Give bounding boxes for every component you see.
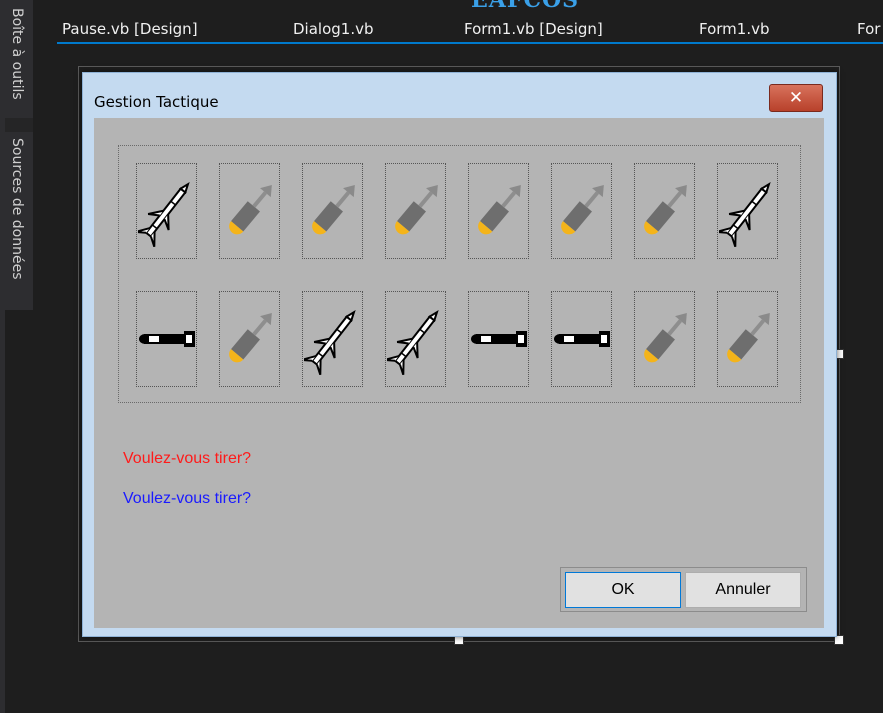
bomb-icon [719, 300, 777, 378]
bomb-icon [636, 172, 694, 250]
torpedo-icon [137, 327, 197, 351]
editor-tab-bar: Pause.vb [Design] Dialog1.vb Form1.vb [D… [57, 18, 883, 42]
missile-icon [718, 175, 777, 247]
torpedo-icon [552, 327, 612, 351]
weapon-row1-slot-6[interactable] [551, 163, 612, 259]
torpedo-icon [469, 327, 529, 351]
weapon-row2-slot-6[interactable] [551, 291, 612, 387]
weapon-row2-slot-3[interactable] [302, 291, 363, 387]
tab-form1-design[interactable]: Form1.vb [Design] [464, 20, 603, 38]
weapon-row2-slot-7[interactable] [634, 291, 695, 387]
dialog-client-area: Voulez-vous tirer? Voulez-vous tirer? OK… [94, 118, 824, 628]
tab-form1-vb[interactable]: Form1.vb [699, 20, 770, 38]
weapon-row1-slot-7[interactable] [634, 163, 695, 259]
ok-button[interactable]: OK [565, 572, 681, 608]
side-tab-separator [5, 118, 33, 132]
weapon-row1-slot-2[interactable] [219, 163, 280, 259]
weapon-row2-slot-8[interactable] [717, 291, 778, 387]
data-sources-tab[interactable]: Sources de données [9, 138, 25, 280]
weapon-row2-slot-4[interactable] [385, 291, 446, 387]
weapon-row1-slot-1[interactable] [136, 163, 197, 259]
missile-icon [137, 175, 196, 247]
button-panel: OK Annuler [560, 567, 807, 612]
weapon-row2-slot-2[interactable] [219, 291, 280, 387]
weapon-row1-slot-3[interactable] [302, 163, 363, 259]
missile-icon [303, 303, 362, 375]
fire-prompt-blue: Voulez-vous tirer? [123, 490, 252, 507]
bomb-icon [304, 172, 362, 250]
tab-overflow[interactable]: For [857, 20, 880, 38]
bomb-icon [470, 172, 528, 250]
watermark: EAFCOS [471, 0, 580, 13]
bomb-icon [553, 172, 611, 250]
dialog-title: Gestion Tactique [94, 93, 219, 111]
weapon-row1-slot-5[interactable] [468, 163, 529, 259]
bomb-icon [636, 300, 694, 378]
cancel-button[interactable]: Annuler [685, 572, 801, 608]
dialog-window: Gestion Tactique ✕ Voulez-vous tirer? Vo… [82, 72, 837, 637]
weapon-row2-slot-5[interactable] [468, 291, 529, 387]
tab-pause-design[interactable]: Pause.vb [Design] [62, 20, 198, 38]
close-button[interactable]: ✕ [769, 84, 823, 112]
weapon-row1-slot-4[interactable] [385, 163, 446, 259]
missile-icon [386, 303, 445, 375]
weapons-panel [118, 145, 801, 403]
bomb-icon [221, 300, 279, 378]
side-panel-tabs: Boîte à outils Sources de données [5, 0, 33, 310]
weapon-row1-slot-8[interactable] [717, 163, 778, 259]
toolbox-tab[interactable]: Boîte à outils [9, 8, 25, 100]
tab-dialog1-vb[interactable]: Dialog1.vb [293, 20, 374, 38]
fire-prompt-red: Voulez-vous tirer? [123, 450, 252, 467]
bomb-icon [221, 172, 279, 250]
weapon-row2-slot-1[interactable] [136, 291, 197, 387]
bomb-icon [387, 172, 445, 250]
